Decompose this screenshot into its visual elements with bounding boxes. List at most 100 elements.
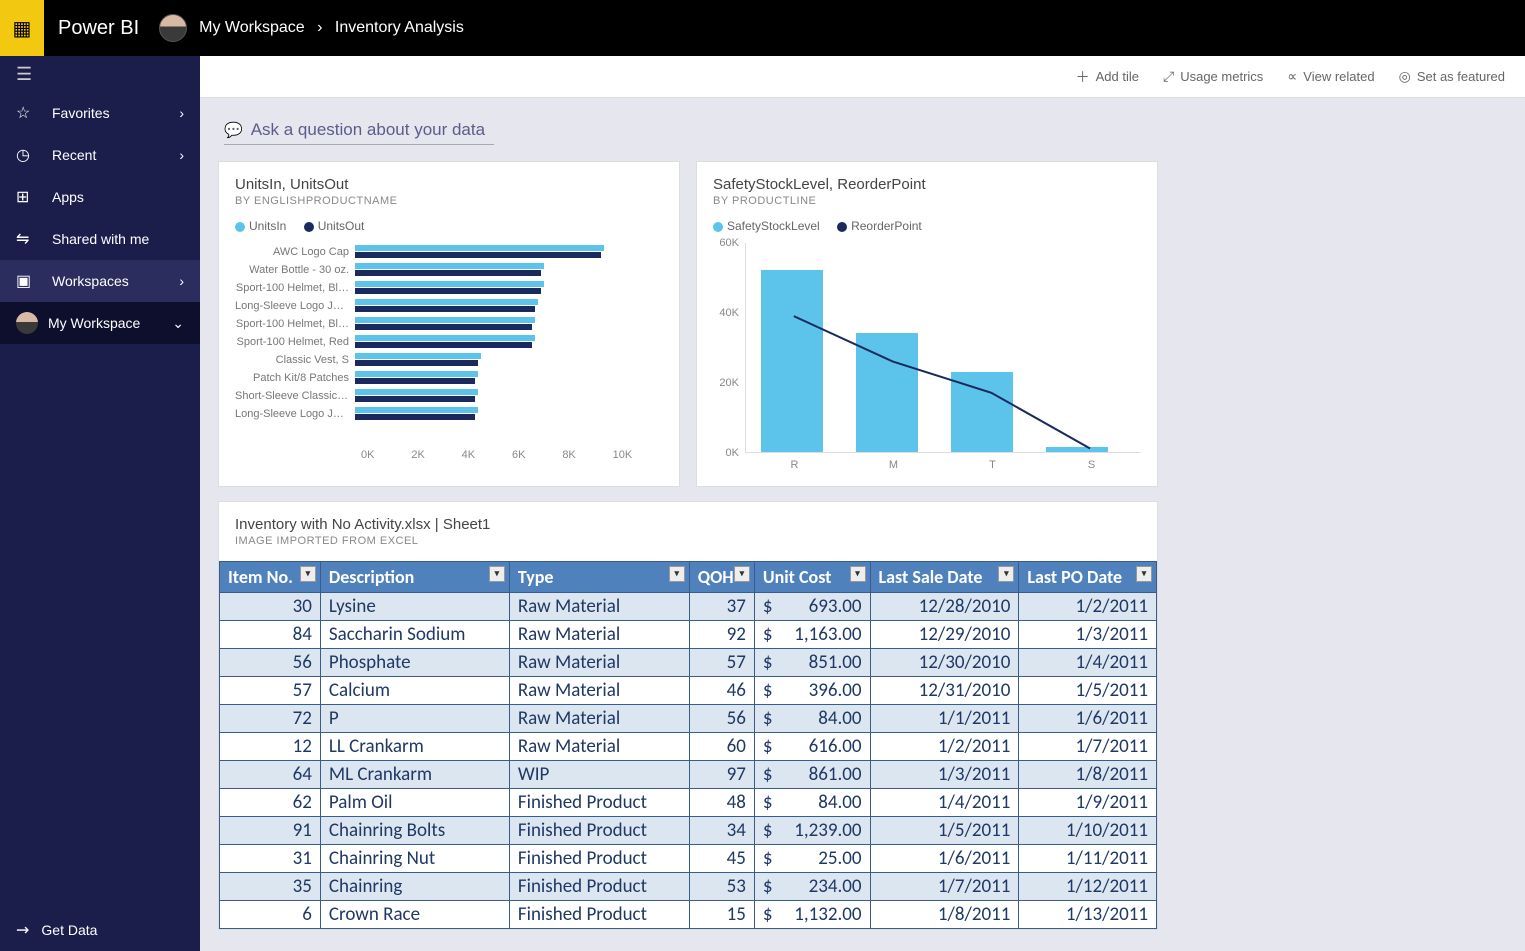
table-cell: $861.00 [754,761,870,789]
filter-dropdown-icon[interactable]: ▾ [669,566,685,582]
table-cell: Finished Product [509,901,689,929]
tile-excel-table[interactable]: Inventory with No Activity.xlsx | Sheet1… [218,501,1158,930]
plus-icon: ＋ [1076,67,1090,87]
table-cell: Palm Oil [320,789,509,817]
get-data-label: Get Data [41,922,97,938]
sidebar-item-shared[interactable]: ⇋ Shared with me [0,218,200,260]
filter-dropdown-icon[interactable]: ▾ [489,566,505,582]
table-cell: ML Crankarm [320,761,509,789]
filter-dropdown-icon[interactable]: ▾ [850,566,866,582]
table-row: 84Saccharin SodiumRaw Material92$1,163.0… [220,621,1157,649]
get-data-button[interactable]: ↗ Get Data [0,909,200,951]
table-cell: 97 [689,761,754,789]
excel-table: Item No.▾Description▾Type▾QOH▾Unit Cost▾… [219,561,1157,929]
nav-label: Workspaces [52,273,129,289]
sidebar-item-favorites[interactable]: ☆ Favorites › [0,92,200,134]
table-cell: WIP [509,761,689,789]
qa-placeholder-text: Ask a question about your data [251,120,485,139]
main-content: ＋Add tile ⤢ Usage metrics ∝View related ◎… [200,56,1525,951]
table-header[interactable]: Item No.▾ [220,562,321,593]
chevron-right-icon: › [179,105,184,121]
filter-dropdown-icon[interactable]: ▾ [734,566,750,582]
table-header[interactable]: Type▾ [509,562,689,593]
sidebar-item-apps[interactable]: ⊞ Apps [0,176,200,218]
usage-metrics-button[interactable]: ⤢ Usage metrics [1163,68,1263,85]
user-avatar[interactable] [159,14,187,42]
filter-dropdown-icon[interactable]: ▾ [300,566,316,582]
table-header[interactable]: Unit Cost▾ [754,562,870,593]
table-cell: Saccharin Sodium [320,621,509,649]
chevron-right-icon: › [179,147,184,163]
tile-stock-chart[interactable]: SafetyStockLevel, ReorderPoint BY PRODUC… [696,161,1158,487]
bar-unitsin [355,263,544,269]
breadcrumb-workspace[interactable]: My Workspace [199,19,305,36]
toolbar-label: Usage metrics [1180,69,1263,84]
table-header[interactable]: Last Sale Date▾ [870,562,1019,593]
table-cell: 1/1/2011 [870,705,1019,733]
legend-label: UnitsIn [249,219,286,233]
legend-swatch [837,222,847,232]
bar-unitsin [355,389,478,395]
bar-category-label: Short-Sleeve Classic J… [235,390,355,402]
table-cell: 48 [689,789,754,817]
chart-plot-area [745,243,1141,453]
table-cell: 35 [220,873,321,901]
table-cell: Chainring [320,873,509,901]
nav-label: Apps [52,189,84,205]
table-cell: 12/29/2010 [870,621,1019,649]
bar-category-label: Water Bottle - 30 oz. [235,264,355,276]
filter-dropdown-icon[interactable]: ▾ [1136,566,1152,582]
bar-unitsin [355,245,604,251]
table-cell: $396.00 [754,677,870,705]
bar-unitsout [355,324,532,330]
dashboard-toolbar: ＋Add tile ⤢ Usage metrics ∝View related ◎… [200,56,1525,98]
app-launcher-icon[interactable]: ▦ [0,0,44,56]
table-cell: 53 [689,873,754,901]
table-cell: Finished Product [509,845,689,873]
table-cell: 1/6/2011 [1019,705,1157,733]
chart-legend: SafetyStockLevel ReorderPoint [713,219,1141,233]
table-row: 91Chainring BoltsFinished Product34$1,23… [220,817,1157,845]
set-featured-button[interactable]: ◎Set as featured [1399,68,1505,85]
table-cell: $616.00 [754,733,870,761]
table-cell: Crown Race [320,901,509,929]
bar-unitsin [355,299,538,305]
sidebar-item-my-workspace[interactable]: My Workspace ⌄ [0,302,200,344]
qa-input[interactable]: 💬Ask a question about your data [224,116,494,145]
table-cell: 12/30/2010 [870,649,1019,677]
add-tile-button[interactable]: ＋Add tile [1076,67,1139,87]
sidebar-item-workspaces[interactable]: ▣ Workspaces › [0,260,200,302]
bar-unitsout [355,378,475,384]
bar-category-label: Sport-100 Helmet, Red [235,336,355,348]
toolbar-label: Set as featured [1417,69,1505,84]
table-cell: $1,163.00 [754,621,870,649]
filter-dropdown-icon[interactable]: ▾ [998,566,1014,582]
table-header[interactable]: Description▾ [320,562,509,593]
table-cell: 12/31/2010 [870,677,1019,705]
legend-swatch [713,222,723,232]
chevron-down-icon: ⌄ [172,315,184,332]
sidebar-item-recent[interactable]: ◷ Recent › [0,134,200,176]
bar-unitsin [355,281,544,287]
bar-unitsin [355,371,478,377]
breadcrumb-page[interactable]: Inventory Analysis [335,19,464,36]
table-cell: 37 [689,593,754,621]
table-header[interactable]: QOH▾ [689,562,754,593]
view-related-button[interactable]: ∝View related [1287,68,1374,85]
table-cell: Calcium [320,677,509,705]
chart-icon: ⤢ [1163,68,1174,85]
bar-unitsin [355,353,481,359]
table-cell: 72 [220,705,321,733]
legend-swatch [235,222,245,232]
tile-units-chart[interactable]: UnitsIn, UnitsOut BY ENGLISHPRODUCTNAME … [218,161,680,487]
table-cell: 57 [689,649,754,677]
dashboard-canvas: 💬Ask a question about your data UnitsIn,… [200,98,1525,948]
link-icon: ∝ [1287,68,1297,85]
hamburger-icon[interactable]: ☰ [0,56,200,92]
star-icon: ☆ [16,103,40,123]
table-cell: 46 [689,677,754,705]
apps-icon: ⊞ [16,187,40,207]
table-cell: 1/12/2011 [1019,873,1157,901]
table-header[interactable]: Last PO Date▾ [1019,562,1157,593]
tile-subtitle: BY PRODUCTLINE [713,195,1141,207]
